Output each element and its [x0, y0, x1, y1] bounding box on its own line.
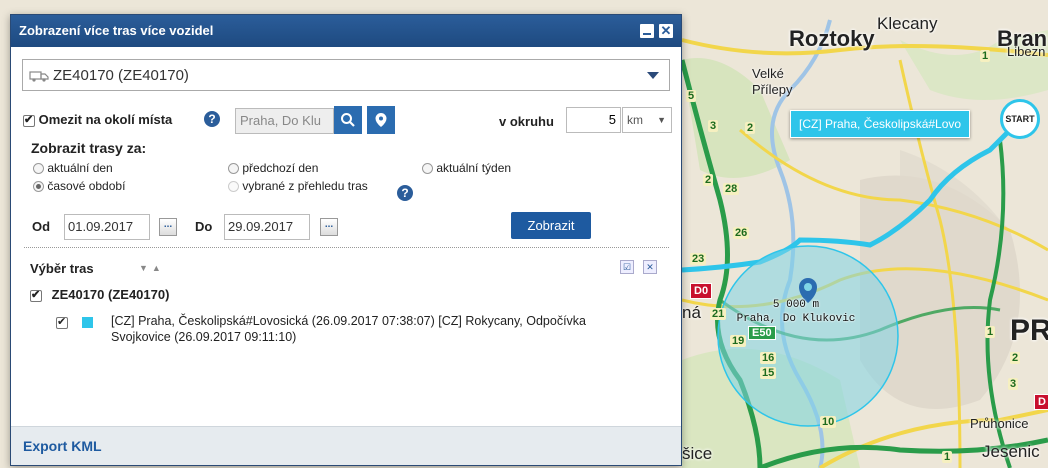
show-button[interactable]: Zobrazit	[511, 212, 591, 239]
clear-filter-icon[interactable]: ✕	[643, 260, 657, 274]
option-selected-overview[interactable]: vybrané z přehledu tras	[228, 179, 368, 193]
to-label: Do	[195, 219, 213, 234]
radius-label: 5 000 m Praha, Do Klukovic	[726, 298, 866, 326]
dialog-footer: Export KML	[11, 426, 681, 465]
radio-current-week[interactable]	[422, 163, 433, 175]
map-label-sice: šice	[682, 444, 713, 463]
map-label-pruhonice: Průhonice	[970, 416, 1029, 431]
map-label-roztoky: Roztoky	[789, 26, 875, 51]
road-number: 2	[703, 174, 714, 186]
vehicle-group-checkbox[interactable]	[30, 288, 42, 302]
map-label-jesenice: Jesenic	[982, 442, 1040, 461]
search-icon	[341, 112, 355, 127]
from-label: Od	[32, 219, 51, 234]
show-routes-label: Zobrazit trasy za:	[31, 140, 147, 156]
sort-arrows[interactable]: ▼▲	[139, 263, 165, 273]
vehicle-group-row: ZE40170 (ZE40170)	[30, 287, 169, 302]
option-current-week-label: aktuální týden	[436, 161, 512, 175]
from-date-picker-button[interactable]: ...	[159, 218, 177, 236]
help-icon[interactable]: ?	[397, 185, 413, 201]
road-number: 23	[690, 253, 707, 265]
road-number: 10	[820, 416, 837, 428]
route-item-checkbox[interactable]	[56, 315, 68, 329]
truck-icon	[29, 71, 49, 82]
vehicle-select[interactable]: ZE40170 (ZE40170)	[22, 59, 670, 91]
dialog-title: Zobrazení více tras více vozidel	[19, 23, 214, 38]
road-number: 3	[708, 120, 719, 132]
radio-current-day[interactable]	[33, 163, 44, 175]
locate-button[interactable]	[367, 106, 395, 134]
place-input[interactable]: Praha, Do Klu	[235, 108, 334, 134]
divider	[24, 247, 669, 248]
chevron-down-icon	[647, 72, 659, 79]
road-number: 5	[686, 90, 697, 102]
road-number: 1	[942, 451, 953, 463]
route-item-line1: [CZ] Praha, Českolipská#Lovosická (26.09…	[111, 314, 587, 328]
help-icon[interactable]: ?	[204, 111, 220, 127]
radius-label-text: v okruhu	[499, 114, 554, 129]
road-number: 16	[760, 352, 777, 364]
road-badge-e50: E50	[748, 326, 776, 340]
dialog-titlebar[interactable]: Zobrazení více tras více vozidel ✕	[11, 15, 681, 47]
radio-previous-day[interactable]	[228, 163, 239, 175]
road-number: 1	[980, 50, 991, 62]
option-previous-day-label: předchozí den	[242, 161, 319, 175]
to-date-input[interactable]: 29.09.2017	[224, 214, 310, 240]
limit-area-label: Omezit na okolí místa	[38, 112, 173, 127]
route-item-line2: Svojkovice (26.09.2017 09:11:10)	[111, 330, 297, 344]
unit-select[interactable]: km ▼	[622, 107, 672, 133]
map-label-praha: PR	[1010, 314, 1048, 347]
route-color-swatch	[81, 317, 93, 329]
close-button[interactable]: ✕	[659, 24, 673, 38]
road-badge-d: D	[1034, 394, 1048, 410]
vehicle-select-value: ZE40170 (ZE40170)	[53, 66, 189, 84]
map-label-na: ná	[682, 303, 701, 322]
radius-place: Praha, Do Klukovic	[736, 313, 856, 325]
radius-input[interactable]: 5	[566, 107, 621, 133]
export-kml-link[interactable]: Export KML	[23, 438, 102, 454]
route-item-text: [CZ] Praha, Českolipská#Lovosická (26.09…	[111, 313, 586, 345]
option-previous-day[interactable]: předchozí den	[228, 161, 318, 175]
vehicle-group-label: ZE40170 (ZE40170)	[51, 287, 170, 302]
radio-time-period[interactable]	[33, 181, 44, 193]
route-tooltip: [CZ] Praha, Českolipská#Lovo	[790, 110, 971, 138]
map-label-prilepy: Přílepy	[752, 82, 793, 97]
option-current-day[interactable]: aktuální den	[33, 161, 113, 175]
route-selection-label: Výběr tras	[30, 261, 94, 276]
unit-select-value: km	[627, 113, 643, 127]
road-number: 3	[1008, 378, 1019, 390]
route-item	[56, 314, 93, 329]
multi-route-dialog: Zobrazení více tras více vozidel ✕ ZE401…	[10, 14, 682, 466]
limit-area-checkbox[interactable]	[23, 113, 35, 127]
map-pin-icon	[375, 112, 387, 127]
road-number: 19	[730, 335, 747, 347]
road-number: 2	[745, 122, 756, 134]
start-marker[interactable]: START	[1000, 99, 1040, 139]
road-number: 2	[1010, 352, 1021, 364]
map-label-klecany: Klecany	[877, 14, 938, 33]
road-number: 15	[760, 367, 777, 379]
from-date-input[interactable]: 01.09.2017	[64, 214, 150, 240]
chevron-down-icon: ▼	[657, 115, 666, 125]
road-badge-d0: D0	[690, 283, 713, 299]
map-label-libeznice: Libezn	[1007, 44, 1046, 59]
radius-distance: 5 000 m	[772, 299, 820, 311]
minimize-button[interactable]	[640, 24, 654, 38]
search-button[interactable]	[334, 106, 362, 134]
option-current-day-label: aktuální den	[47, 161, 113, 175]
option-current-week[interactable]: aktuální týden	[422, 161, 511, 175]
limit-area-row: Omezit na okolí místa	[23, 112, 172, 127]
map-label-velke: Velké	[752, 66, 784, 81]
option-time-period-label: časové období	[47, 179, 126, 193]
option-time-period[interactable]: časové období	[33, 179, 125, 193]
check-all-icon[interactable]: ☑	[620, 260, 634, 274]
option-selected-overview-label: vybrané z přehledu tras	[242, 179, 368, 193]
road-number: 21	[710, 308, 727, 320]
to-date-picker-button[interactable]: ...	[320, 218, 338, 236]
radio-selected-overview[interactable]	[228, 181, 239, 193]
road-number: 26	[733, 227, 750, 239]
road-number: 1	[985, 326, 996, 338]
road-number: 28	[723, 183, 740, 195]
